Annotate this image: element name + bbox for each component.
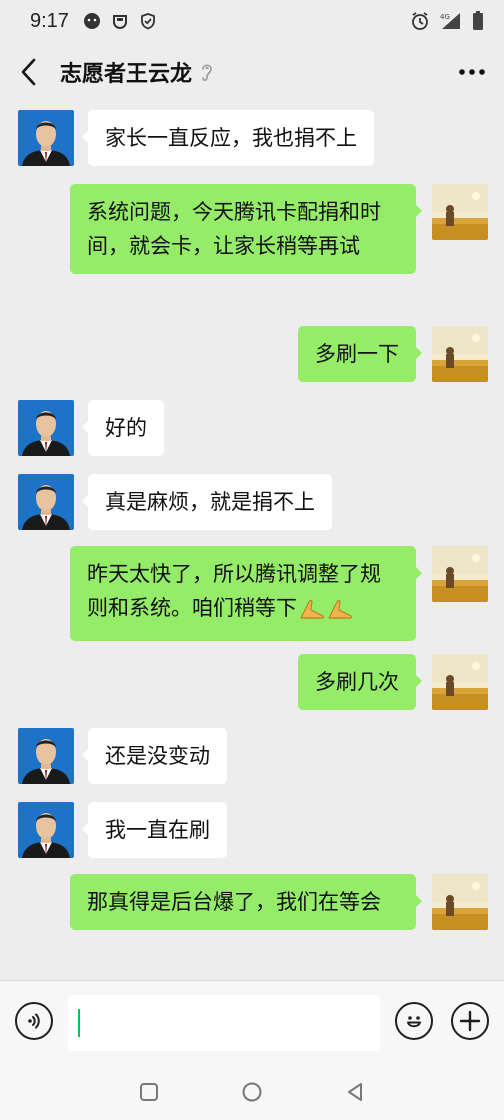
received-message-bubble[interactable]: 好的: [82, 400, 164, 456]
chat-header: 志愿者王云龙: [0, 42, 504, 102]
received-message-bubble[interactable]: 还是没变动: [82, 728, 227, 784]
more-dots-icon: [459, 69, 485, 75]
message-input[interactable]: [68, 995, 380, 1051]
status-bar: 9:17 4G: [0, 0, 504, 42]
self-avatar[interactable]: [432, 874, 488, 930]
received-message-bubble[interactable]: 真是麻烦，就是捐不上: [82, 474, 332, 530]
back-button[interactable]: [18, 52, 52, 92]
sent-message-bubble[interactable]: 系统问题，今天腾讯卡配捐和时间，就会卡，让家长稍等再试: [70, 184, 422, 274]
sent-message-bubble[interactable]: 昨天太快了，所以腾讯调整了规则和系统。咱们稍等下: [70, 546, 422, 641]
received-message-bubble[interactable]: 我一直在刷: [82, 802, 227, 858]
voice-button[interactable]: [15, 1002, 53, 1040]
network-type-label: 4G: [440, 13, 450, 21]
chat-title: 志愿者王云龙: [60, 62, 193, 87]
cup-icon: [111, 12, 129, 30]
back-nav-button[interactable]: [341, 1078, 369, 1106]
system-nav-bar: [0, 1064, 504, 1120]
earpiece-mode-icon: [200, 61, 214, 83]
received-message-bubble[interactable]: 家长一直反应，我也捐不上: [82, 110, 374, 166]
contact-avatar[interactable]: [18, 400, 74, 456]
contact-avatar[interactable]: [18, 110, 74, 166]
smiley-icon: [407, 1016, 421, 1028]
folded-hands-icon: [327, 596, 353, 630]
notification-app-icon: [83, 12, 101, 30]
recents-button[interactable]: [135, 1078, 163, 1106]
self-avatar[interactable]: [432, 326, 488, 382]
voice-wave-icon: [28, 1013, 40, 1029]
contact-avatar[interactable]: [18, 802, 74, 858]
contact-avatar[interactable]: [18, 474, 74, 530]
plus-icon: [459, 1010, 481, 1032]
home-button[interactable]: [238, 1078, 266, 1106]
sent-message-bubble[interactable]: 多刷几次: [298, 654, 422, 710]
input-bar: [0, 980, 504, 1064]
signal-icon: 4G: [438, 11, 464, 31]
sent-message-bubble[interactable]: 那真得是后台爆了，我们在等会: [70, 874, 422, 930]
more-functions-button[interactable]: [451, 1002, 489, 1040]
self-avatar[interactable]: [432, 546, 488, 602]
square-icon: [140, 1083, 158, 1101]
chat-area[interactable]: 家长一直反应，我也捐不上 系统问题，今天腾讯卡配捐和时间，就会卡，让家长稍等再试…: [0, 102, 504, 980]
self-avatar[interactable]: [432, 184, 488, 240]
chevron-left-icon: [21, 58, 36, 86]
status-time: 9:17: [30, 9, 69, 32]
more-button[interactable]: [446, 52, 486, 92]
self-avatar[interactable]: [432, 654, 488, 710]
shield-icon: [139, 12, 157, 30]
sent-message-bubble[interactable]: 多刷一下: [298, 326, 422, 382]
emoji-button[interactable]: [395, 1002, 433, 1040]
folded-hands-icon: [299, 596, 325, 630]
triangle-back-icon: [348, 1083, 362, 1101]
alarm-icon: [410, 11, 430, 31]
contact-avatar[interactable]: [18, 728, 74, 784]
circle-icon: [242, 1082, 262, 1102]
battery-icon: [472, 11, 484, 31]
text-caret: [78, 1009, 80, 1037]
